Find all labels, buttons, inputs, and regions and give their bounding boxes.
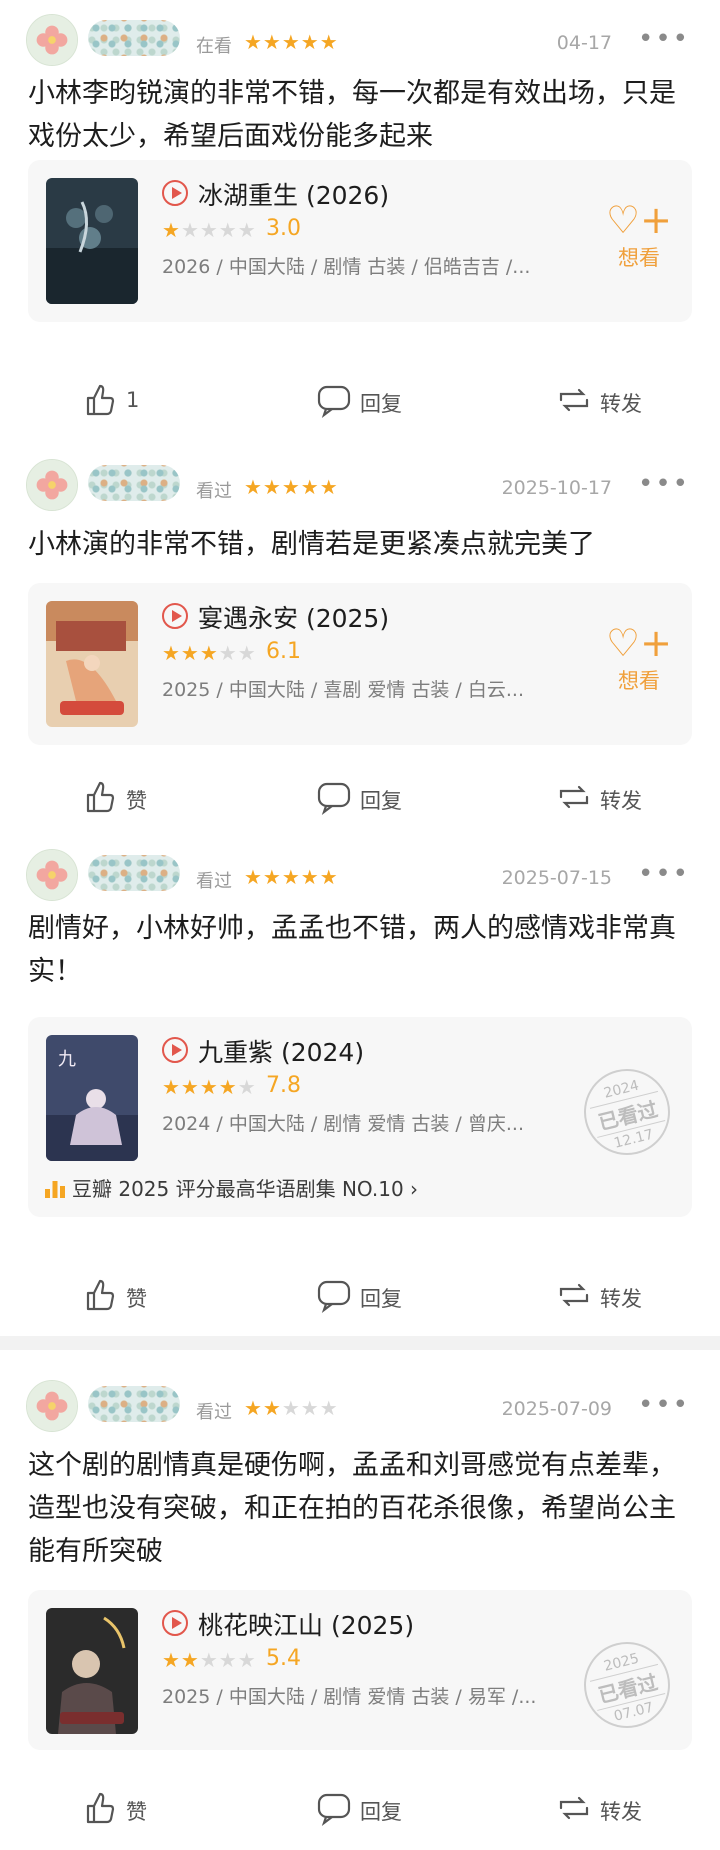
ranking-bars-icon xyxy=(45,1181,65,1198)
movie-score: 5.4 xyxy=(266,1646,301,1671)
movie-title: 宴遇永安 (2025) xyxy=(198,604,390,633)
movie-card[interactable]: 九 九重紫 (2024) ★★★★★ 7.8 2024 / 中国大陆 / 剧情 … xyxy=(28,1017,692,1217)
watched-stamp: 2025 已看过 07.07 xyxy=(574,1632,680,1738)
movie-rating-stars: ★★★★★ xyxy=(162,1648,257,1672)
movie-meta: 2025 / 中国大陆 / 喜剧 爱情 古装 / 白云... xyxy=(162,679,524,701)
thumbs-up-icon xyxy=(86,1279,115,1311)
action-bar: 1 回复 转发 xyxy=(0,376,720,426)
action-bar: 赞 回复 转发 xyxy=(0,1271,720,1321)
post-date: 2025-07-15 xyxy=(501,867,612,889)
want-to-watch-button[interactable]: ♡+ 想看 xyxy=(604,198,674,288)
review-text: 这个剧的剧情真是硬伤啊，孟孟和刘哥感觉有点差辈，造型也没有突破，和正在拍的百花杀… xyxy=(28,1450,676,1567)
review-text: 小林李昀锐演的非常不错，每一次都是有效出场，只是戏份太少，希望后面戏份能多起来 xyxy=(28,78,676,152)
ranking-link[interactable]: 豆瓣 2025 评分最高华语剧集 NO.10 › xyxy=(44,1173,418,1202)
more-dots-icon[interactable]: ••• xyxy=(638,469,690,499)
user-rating-stars: ★★★★★ xyxy=(244,30,339,54)
review-text: 小林演的非常不错，剧情若是更紧凑点就完美了 xyxy=(28,529,595,560)
repost-arrows-icon xyxy=(559,1283,589,1307)
action-bar: 赞 回复 转发 xyxy=(0,773,720,823)
avatar[interactable] xyxy=(26,849,78,901)
movie-card[interactable]: 宴遇永安 (2025) ★★★★★ 6.1 2025 / 中国大陆 / 喜剧 爱… xyxy=(28,583,692,745)
speech-bubble-icon xyxy=(317,782,351,815)
movie-meta: 2024 / 中国大陆 / 剧情 爱情 古装 / 曾庆... xyxy=(162,1113,524,1135)
movie-poster xyxy=(46,178,138,304)
review-text: 剧情好，小林好帅，孟孟也不错，两人的感情戏非常真实！ xyxy=(28,913,676,987)
movie-poster: 九 xyxy=(46,1035,138,1161)
repost-arrows-icon xyxy=(559,388,589,412)
want-to-watch-button[interactable]: ♡+ 想看 xyxy=(604,621,674,711)
user-rating-stars: ★★★★★ xyxy=(244,475,339,499)
user-rating-stars: ★★★★★ xyxy=(244,1396,339,1420)
want-label: 想看 xyxy=(618,669,660,693)
username[interactable] xyxy=(88,855,180,891)
movie-poster xyxy=(46,1608,138,1734)
play-icon xyxy=(162,1610,188,1636)
more-dots-icon[interactable]: ••• xyxy=(638,24,690,54)
speech-bubble-icon xyxy=(317,1793,351,1826)
play-icon xyxy=(162,603,188,629)
watch-status: 看过 xyxy=(196,871,232,892)
play-icon xyxy=(162,180,188,206)
more-dots-icon[interactable]: ••• xyxy=(638,1390,690,1420)
username[interactable] xyxy=(88,1386,180,1422)
movie-title: 桃花映江山 (2025) xyxy=(198,1611,415,1640)
user-rating-stars: ★★★★★ xyxy=(244,865,339,889)
post-date: 04-17 xyxy=(556,32,612,54)
avatar[interactable] xyxy=(26,14,78,66)
movie-rating-stars: ★★★★★ xyxy=(162,641,257,665)
movie-rating-stars: ★★★★★ xyxy=(162,218,257,242)
thumbs-up-icon xyxy=(86,781,115,813)
avatar[interactable] xyxy=(26,459,78,511)
watch-status: 看过 xyxy=(196,481,232,502)
movie-title: 冰湖重生 (2026) xyxy=(198,181,390,210)
movie-meta: 2025 / 中国大陆 / 剧情 爱情 古装 / 易军 /... xyxy=(162,1686,537,1708)
play-icon xyxy=(162,1037,188,1063)
username[interactable] xyxy=(88,465,180,501)
movie-card[interactable]: 桃花映江山 (2025) ★★★★★ 5.4 2025 / 中国大陆 / 剧情 … xyxy=(28,1590,692,1750)
repost-arrows-icon xyxy=(559,785,589,809)
username[interactable] xyxy=(88,20,180,56)
watch-status: 在看 xyxy=(196,36,232,57)
movie-score: 7.8 xyxy=(266,1073,301,1098)
section-divider xyxy=(0,1336,720,1350)
svg-text:九: 九 xyxy=(58,1049,76,1070)
movie-title: 九重紫 (2024) xyxy=(198,1038,365,1067)
want-label: 想看 xyxy=(618,246,660,270)
movie-card[interactable]: 冰湖重生 (2026) ★★★★★ 3.0 2026 / 中国大陆 / 剧情 古… xyxy=(28,160,692,322)
movie-meta: 2026 / 中国大陆 / 剧情 古装 / 侣皓吉吉 /... xyxy=(162,256,531,278)
watch-status: 看过 xyxy=(196,1402,232,1423)
thumbs-up-icon xyxy=(86,1792,115,1824)
heart-plus-icon: ♡+ xyxy=(606,198,672,242)
post-date: 2025-07-09 xyxy=(501,1398,612,1420)
movie-score: 3.0 xyxy=(266,216,301,241)
thumbs-up-icon xyxy=(86,384,115,416)
heart-plus-icon: ♡+ xyxy=(606,621,672,665)
speech-bubble-icon xyxy=(317,1280,351,1313)
more-dots-icon[interactable]: ••• xyxy=(638,859,690,889)
speech-bubble-icon xyxy=(317,385,351,418)
avatar[interactable] xyxy=(26,1380,78,1432)
movie-rating-stars: ★★★★★ xyxy=(162,1075,257,1099)
movie-score: 6.1 xyxy=(266,639,301,664)
watched-stamp: 2024 已看过 12.17 xyxy=(574,1059,680,1165)
action-bar: 赞 回复 转发 xyxy=(0,1784,720,1834)
post-date: 2025-10-17 xyxy=(501,477,612,499)
repost-arrows-icon xyxy=(559,1796,589,1820)
movie-poster xyxy=(46,601,138,727)
